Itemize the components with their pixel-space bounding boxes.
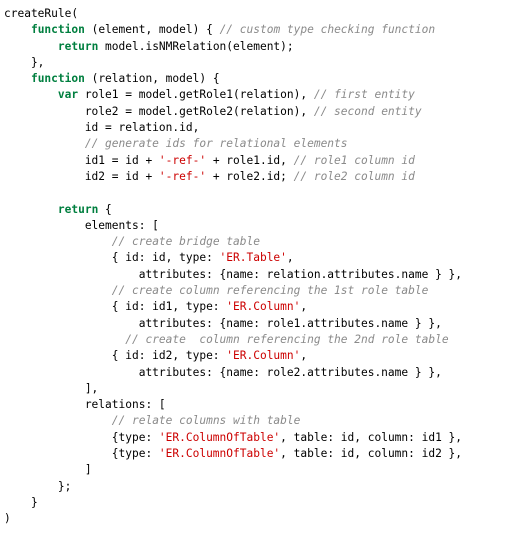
code-token-string: 'ER.Column' (226, 349, 301, 363)
code-line: id = relation.id, (4, 120, 528, 136)
code-line: { id: id2, type: 'ER.Column', (4, 348, 528, 364)
code-line: // generate ids for relational elements (4, 136, 528, 152)
code-line: attributes: {name: role2.attributes.name… (4, 365, 528, 381)
code-token-string: '-ref-' (158, 169, 207, 183)
code-token-plain: , table: id, column: id2 }, (280, 447, 463, 461)
code-line: // relate columns with table (4, 413, 528, 429)
code-token-plain: ) (4, 512, 11, 526)
code-token-plain: attributes: {name: role2.attributes.name… (4, 365, 442, 379)
code-token-keyword: function (30, 23, 85, 37)
code-token-plain: { id: id2, type: (4, 349, 227, 363)
code-line: attributes: {name: role1.attributes.name… (4, 316, 528, 332)
code-token-keyword: var (57, 88, 79, 102)
code-line: }; (4, 479, 528, 495)
code-token-plain: model.isNMRelation(element); (98, 39, 294, 53)
code-token-comment: // create column referencing the 2nd rol… (125, 332, 449, 346)
code-line: return { (4, 202, 528, 218)
code-token-plain: }, (4, 55, 45, 69)
code-token-plain: elements: [ (4, 218, 159, 232)
code-line: ] (4, 462, 528, 478)
code-token-keyword: return (57, 202, 99, 216)
code-line: elements: [ (4, 218, 528, 234)
code-line: }, (4, 55, 528, 71)
code-token-string: 'ER.ColumnOfTable' (158, 447, 281, 461)
code-block: createRule( function (element, model) { … (0, 0, 528, 528)
code-token-plain: }; (4, 479, 72, 493)
code-token-plain: { (98, 202, 112, 216)
code-token-comment: // relate columns with table (111, 414, 301, 428)
code-token-comment: // create column referencing the 1st rol… (111, 284, 429, 298)
code-token-plain: , (300, 349, 308, 363)
code-token-keyword: function (30, 72, 85, 86)
code-token-plain: ], (4, 381, 99, 395)
code-token-string: '-ref-' (158, 153, 207, 167)
code-line: function (element, model) { // custom ty… (4, 22, 528, 38)
code-line: {type: 'ER.ColumnOfTable', table: id, co… (4, 430, 528, 446)
code-token-string: 'ER.Table' (219, 251, 287, 265)
code-line: function (relation, model) { (4, 71, 528, 87)
code-token-plain: id1 = id + (4, 153, 159, 167)
code-token-plain: + role2.id; (206, 169, 294, 183)
code-token-plain: role2 = model.getRole2(relation), (4, 104, 314, 118)
code-line: createRule( (4, 6, 528, 22)
code-token-comment: // first entity (313, 88, 415, 102)
code-token-plain: createRule( (4, 7, 79, 20)
code-token-plain: {type: (4, 447, 159, 461)
code-token-plain: id = relation.id, (4, 121, 200, 135)
code-token-comment: // create bridge table (111, 235, 260, 249)
code-line: // create column referencing the 1st rol… (4, 283, 528, 299)
code-token-plain: , table: id, column: id1 }, (280, 430, 463, 444)
code-token-plain: {type: (4, 430, 159, 444)
code-line: relations: [ (4, 397, 528, 413)
code-token-plain: + role1.id, (206, 153, 294, 167)
code-token-string: 'ER.ColumnOfTable' (158, 430, 281, 444)
code-token-plain: (relation, model) { (84, 72, 220, 86)
code-token-plain: { id: id1, type: (4, 300, 227, 314)
code-token-plain: role1 = model.getRole1(relation), (78, 88, 314, 102)
code-line: ) (4, 511, 528, 527)
code-token-plain: } (4, 495, 38, 509)
code-line: var role1 = model.getRole1(relation), //… (4, 87, 528, 103)
code-token-keyword: return (57, 39, 99, 53)
code-token-plain: attributes: {name: relation.attributes.n… (4, 267, 463, 281)
code-token-comment: // role2 column id (293, 169, 415, 183)
code-line: role2 = model.getRole2(relation), // sec… (4, 104, 528, 120)
code-line: attributes: {name: relation.attributes.n… (4, 267, 528, 283)
code-token-comment: // generate ids for relational elements (84, 137, 348, 151)
code-token-plain: id2 = id + (4, 169, 159, 183)
code-token-plain: { id: id, type: (4, 251, 220, 265)
code-token-plain: ] (4, 463, 92, 477)
code-token-plain: , (300, 300, 308, 314)
code-line: ], (4, 381, 528, 397)
code-line: {type: 'ER.ColumnOfTable', table: id, co… (4, 446, 528, 462)
code-line: { id: id, type: 'ER.Table', (4, 250, 528, 266)
code-line: { id: id1, type: 'ER.Column', (4, 299, 528, 315)
code-token-comment: // custom type checking function (219, 23, 436, 37)
code-token-string: 'ER.Column' (226, 300, 301, 314)
code-line: id1 = id + '-ref-' + role1.id, // role1 … (4, 153, 528, 169)
code-line: } (4, 495, 528, 511)
code-token-plain: (element, model) { (84, 23, 220, 37)
code-line: // create bridge table (4, 234, 528, 250)
code-token-plain: attributes: {name: role1.attributes.name… (4, 316, 442, 330)
code-token-comment: // role1 column id (293, 153, 415, 167)
code-token-comment: // second entity (313, 104, 422, 118)
code-line: id2 = id + '-ref-' + role2.id; // role2 … (4, 169, 528, 185)
code-token-plain: relations: [ (4, 398, 166, 412)
code-token-plain: , (286, 251, 294, 265)
code-line: return model.isNMRelation(element); (4, 39, 528, 55)
code-line: // create column referencing the 2nd rol… (4, 332, 528, 348)
